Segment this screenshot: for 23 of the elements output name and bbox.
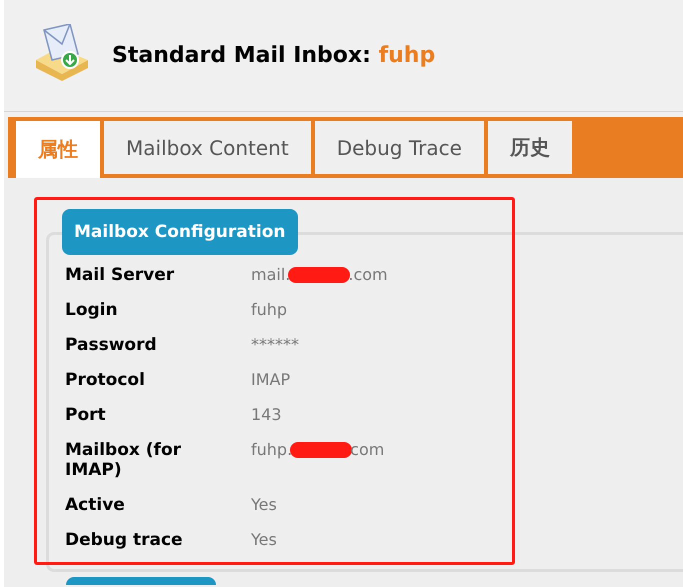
field-label: Port xyxy=(65,405,107,425)
field-value: fuhp xyxy=(251,300,288,320)
field-label: Login xyxy=(65,300,119,320)
field-value: fuhp. xyxy=(251,440,292,460)
tab[interactable]: Mailbox Content xyxy=(104,121,311,174)
tab[interactable]: 历史 xyxy=(488,121,572,174)
tab[interactable]: Debug Trace xyxy=(314,121,484,174)
field-label: Password xyxy=(65,335,158,355)
field-value: .com xyxy=(348,265,388,285)
field-label: Mail Server xyxy=(65,265,176,285)
section-heading: Mailbox Configuration xyxy=(62,209,298,255)
field-value: com xyxy=(350,440,384,460)
field-label: Active xyxy=(65,495,126,515)
page-title: Standard Mail Inbox: fuhp xyxy=(112,43,436,68)
field-value: ****** xyxy=(251,335,299,355)
field-value: Yes xyxy=(251,495,277,515)
field-value: IMAP xyxy=(251,370,290,390)
field-label: Protocol xyxy=(65,370,146,390)
field-label: Mailbox (for IMAP) xyxy=(65,440,182,480)
field-label: Debug trace xyxy=(65,530,184,550)
field-value: 143 xyxy=(251,405,282,425)
field-value: Yes xyxy=(251,530,277,550)
field-value: mail. xyxy=(251,265,290,285)
